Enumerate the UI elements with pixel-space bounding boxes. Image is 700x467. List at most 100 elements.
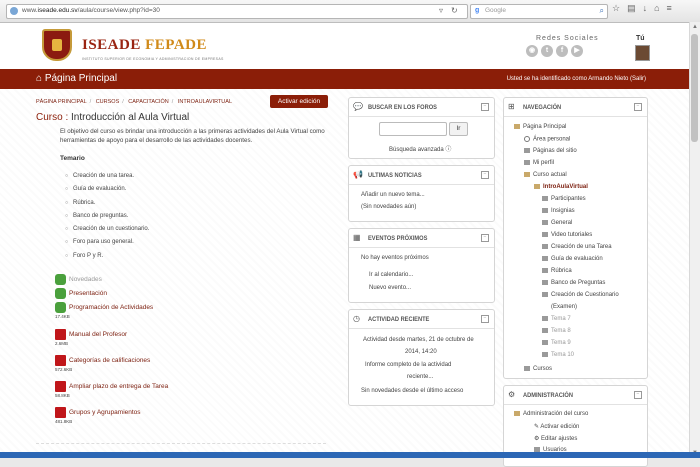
search-engine-box[interactable]: g Google ⌕ [470,4,608,19]
nav-item-video-tutorials[interactable]: Video tutoriales [542,232,592,238]
advanced-search-link[interactable]: Búsqueda avanzada ⓘ [389,144,451,153]
breadcrumb-item[interactable]: PÁGINA PRINCIPAL [36,99,87,105]
nav-item-evaluation-guide[interactable]: Guía de evaluación [542,256,603,262]
menu-icon[interactable]: ≡ [667,3,679,13]
resource-presentation[interactable]: Presentación [55,288,107,299]
block-title: ADMINISTRACIÓN [523,392,573,399]
scroll-up-icon[interactable]: ▲ [692,24,698,30]
nav-item-question-bank[interactable]: Banco de Preguntas [542,280,605,286]
collapse-icon[interactable]: − [481,315,489,323]
file-size: 58.8KB [55,393,70,398]
google-icon: g [475,7,480,14]
nav-item-dashboard[interactable]: Área personal [524,136,570,143]
collapse-icon[interactable]: − [481,171,489,179]
brand-logo[interactable]: ISEADE FEPADE [82,37,207,54]
facebook-icon[interactable]: f [556,45,568,57]
list-item: Creación de una tarea. [65,173,149,186]
search-input[interactable] [379,122,447,136]
scrollbar-thumb[interactable] [691,34,698,142]
folder-icon [542,268,548,273]
folder-icon [542,352,548,357]
social-title: Redes Sociales [536,35,599,42]
nav-item-course[interactable]: IntroAulaVirtual [534,184,588,190]
block-title: ACTIVIDAD RECIENTE [368,316,430,323]
new-event-link[interactable]: Nuevo evento... [369,285,411,291]
folder-icon [542,292,548,297]
shield-logo-icon[interactable] [42,29,72,61]
block-title: ÚLTIMAS NOTICIAS [368,172,422,179]
admin-item-turn-editing-on[interactable]: ✎ Activar edición [534,423,579,430]
home-link[interactable]: ⌂ Página Principal [36,73,117,84]
rss-icon[interactable]: ◉ [526,45,538,57]
nav-item-current-course[interactable]: Curso actual [524,172,567,178]
admin-item-course-admin[interactable]: Administración del curso [514,411,588,417]
nav-item-topic-9[interactable]: Tema 9 [542,340,571,346]
list-item: Foro para uso general. [65,239,149,252]
globe-icon [10,7,18,15]
nav-item-topic-8[interactable]: Tema 8 [542,328,571,334]
collapse-icon[interactable]: − [481,234,489,242]
turn-editing-on-button[interactable]: Activar edición [270,95,328,108]
collapse-icon[interactable]: − [634,103,642,111]
collapse-icon[interactable]: − [481,103,489,111]
resource-teacher-manual[interactable]: Manual del Profesor 2.6MB [55,329,127,346]
url-bar[interactable]: www.iseade.edu.sv/aula/course/view.php?i… [6,4,468,19]
collapse-icon[interactable]: − [634,391,642,399]
nav-item-participants[interactable]: Participantes [542,196,586,202]
nav-item-create-quiz[interactable]: Creación de Cuestionario [542,292,619,298]
download-icon[interactable]: ↓ [643,3,655,13]
breadcrumb-item[interactable]: CURSOS [96,99,120,105]
folder-icon [534,184,540,189]
pdf-icon [55,355,66,366]
resource-activity-schedule[interactable]: Programación de Actividades 17.4KB [55,302,153,319]
nav-item-general[interactable]: General [542,220,572,226]
calendar-icon: ▦ [353,233,361,242]
reload-icon[interactable]: ↻ [451,6,458,15]
avatar[interactable] [635,45,650,61]
nav-item-site-pages[interactable]: Páginas del sitio [524,148,577,154]
pdf-icon [55,329,66,340]
twitter-icon[interactable]: t [541,45,553,57]
help-icon[interactable]: ⓘ [445,147,451,153]
search-go-button[interactable]: Ir [449,122,468,136]
home-icon[interactable]: ⌂ [654,3,666,13]
os-taskbar [0,452,700,458]
admin-item-edit-settings[interactable]: ⚙ Editar ajustes [534,435,577,442]
page-scrollbar[interactable]: ▲ ▼ [689,22,700,458]
full-report-link-cont[interactable]: reciente... [407,374,433,380]
add-topic-link[interactable]: Añadir un nuevo tema... [361,192,425,198]
nav-item-home[interactable]: Página Principal [514,124,566,130]
nav-item-topic-7[interactable]: Tema 7 [542,316,571,322]
resource-news-forum[interactable]: Novedades [55,274,102,285]
resource-extend-deadline[interactable]: Ampliar plazo de entrega de Tarea 58.8KB [55,381,168,398]
nav-item-courses[interactable]: Cursos [524,366,552,372]
sitemap-icon: ⊞ [508,102,515,111]
recent-activity-block: ◷ ACTIVIDAD RECIENTE − Actividad desde mar… [348,309,495,406]
bookmarks-icon[interactable]: ▤ [627,3,643,13]
list-item: Foro P y R. [65,253,149,266]
full-report-link[interactable]: Informe completo de la actividad [365,362,451,368]
breadcrumb-item[interactable]: CAPACITACIÓN [128,99,168,105]
nav-item-create-task[interactable]: Creación de una Tarea [542,244,612,250]
search-icon[interactable]: ⌕ [600,6,604,16]
folder-icon [524,366,530,371]
site-header: ISEADE FEPADE INSTITUTO SUPERIOR DE ECON… [0,23,690,69]
list-item: Rúbrica. [65,200,149,213]
temario-heading: Temario [60,155,85,162]
youtube-icon[interactable]: ▶ [571,45,583,57]
go-to-calendar-link[interactable]: Ir al calendario... [369,272,413,278]
nav-item-badges[interactable]: Insignias [542,208,575,214]
resource-grade-categories[interactable]: Categorías de calificaciones 572.6KB [55,355,150,372]
folder-icon [514,124,520,129]
star-icon[interactable]: ☆ [612,3,627,13]
breadcrumb-item[interactable]: INTROAULAVIRTUAL [178,99,232,105]
resource-groups[interactable]: Grupos y Agrupamientos 481.8KB [55,407,141,424]
login-info[interactable]: Usted se ha identificado como Armando Ni… [507,76,646,82]
nav-item-topic-10[interactable]: Tema 10 [542,352,574,358]
megaphone-icon: 📢 [353,170,363,179]
forum-icon [55,288,66,299]
dropdown-icon[interactable]: ▿ [439,6,443,15]
folder-icon [514,411,520,416]
nav-item-rubric[interactable]: Rúbrica [542,268,572,274]
nav-item-profile[interactable]: Mi perfil [524,160,554,166]
